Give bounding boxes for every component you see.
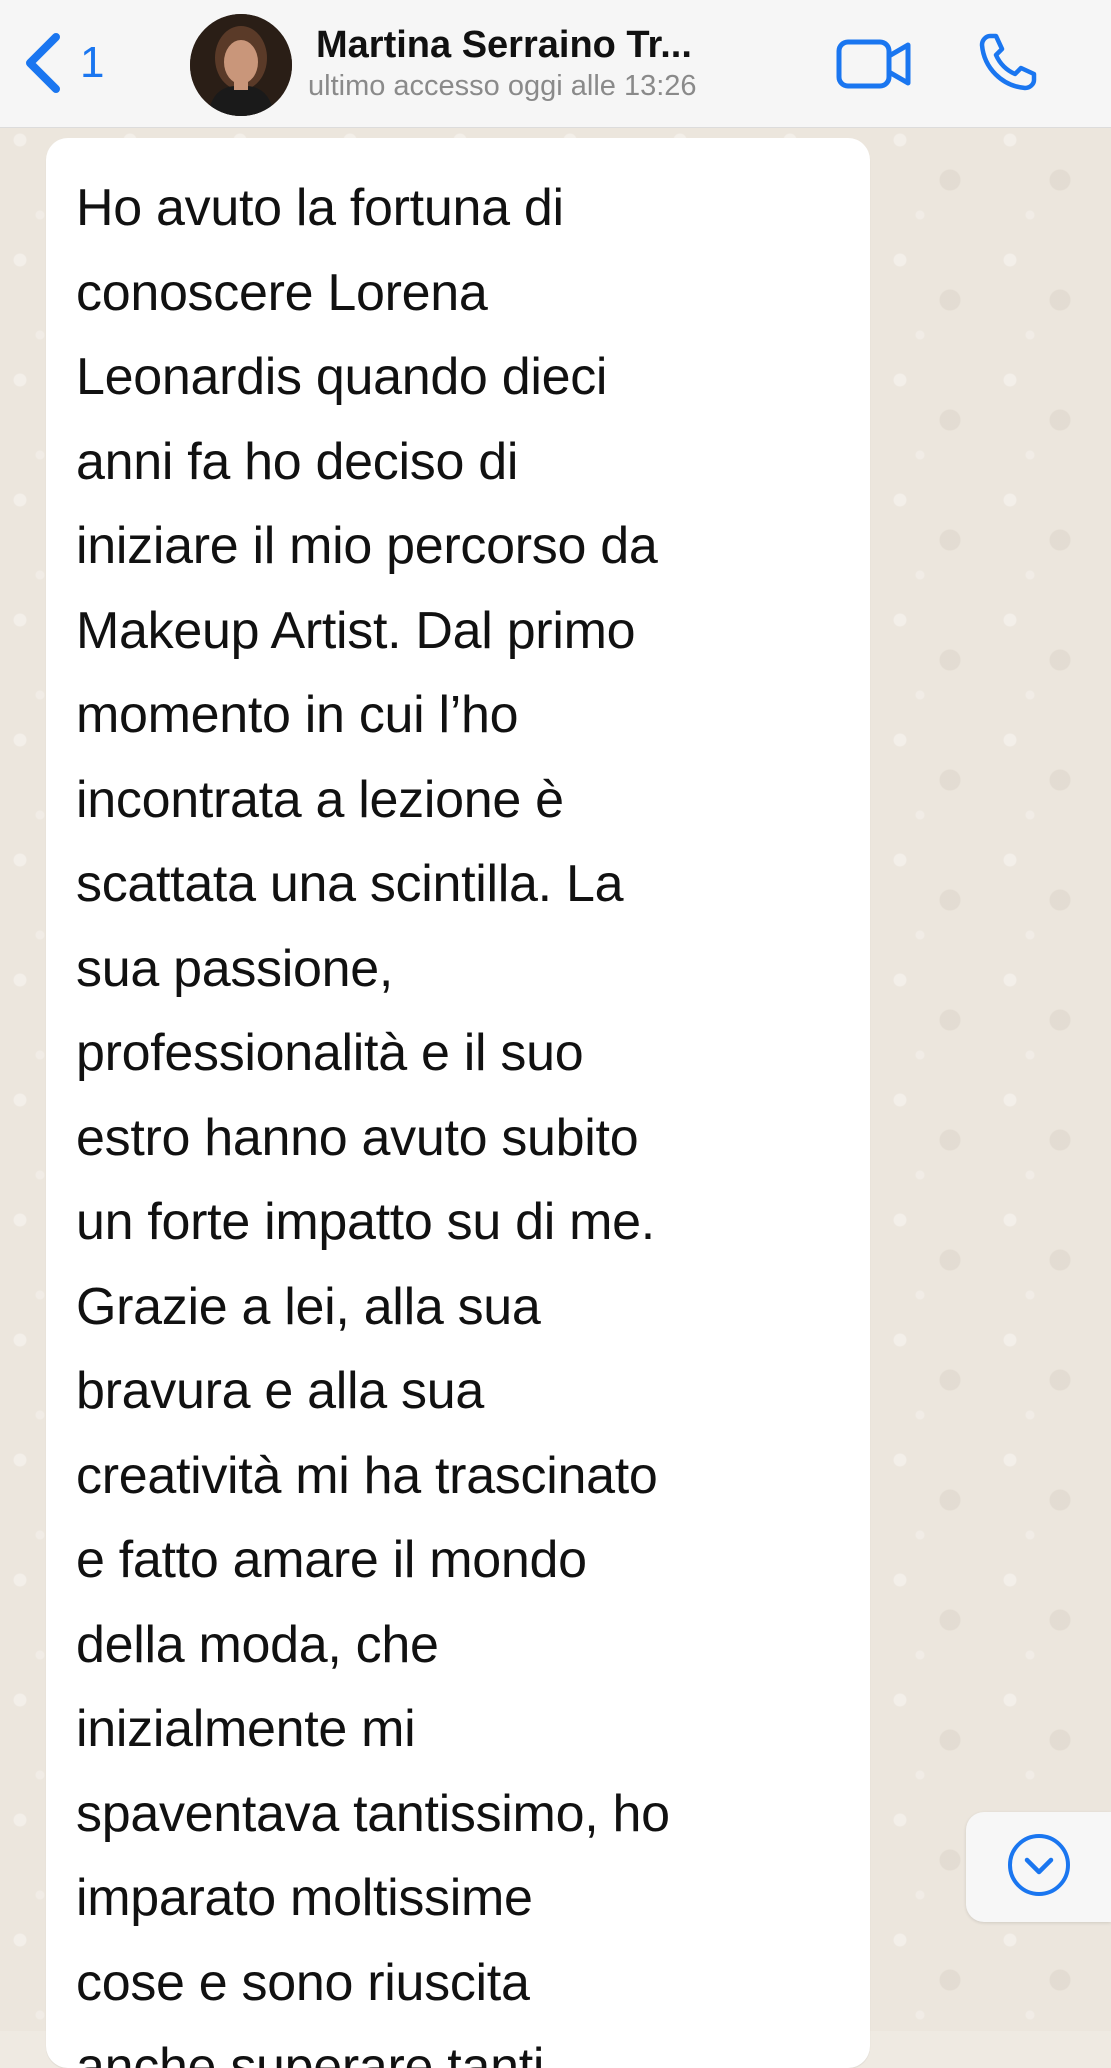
video-call-button[interactable] bbox=[836, 36, 912, 92]
message-text: Ho avuto la fortuna di conoscere Lorena … bbox=[76, 179, 670, 2068]
phone-icon bbox=[976, 33, 1040, 98]
last-seen-status: ultimo accesso oggi alle 13:26 bbox=[308, 70, 697, 102]
message-bubble[interactable]: Ho avuto la fortuna di conoscere Lorena … bbox=[46, 138, 870, 2068]
scroll-to-bottom-button[interactable] bbox=[966, 1812, 1111, 1922]
chat-header: 1 Martina Serraino Tr... ultimo accesso … bbox=[0, 0, 1111, 128]
avatar[interactable] bbox=[190, 14, 292, 116]
video-camera-icon bbox=[836, 39, 912, 96]
voice-call-button[interactable] bbox=[976, 30, 1040, 94]
unread-count: 1 bbox=[80, 38, 105, 87]
back-button[interactable]: 1 bbox=[22, 28, 104, 98]
chevron-left-icon bbox=[22, 28, 62, 98]
contact-name: Martina Serraino Tr... bbox=[316, 24, 692, 66]
chevron-down-circle-icon bbox=[1006, 1832, 1072, 1903]
contact-info[interactable]: Martina Serraino Tr... ultimo accesso og… bbox=[308, 22, 816, 104]
